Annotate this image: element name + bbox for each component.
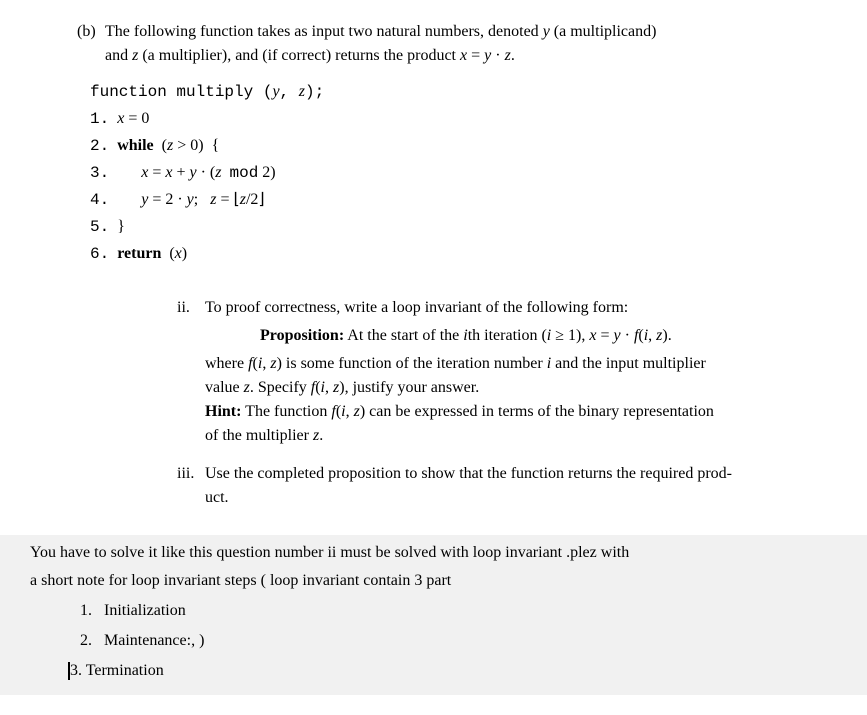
code-header: function multiply (y, z); [90, 80, 837, 104]
sub-item-iii: iii. Use the completed proposition to sh… [205, 462, 837, 510]
part-b-intro: (b) The following function takes as inpu… [105, 20, 837, 68]
proposition-label: Proposition: [260, 327, 344, 344]
steps-list: 1. Initialization 2. Maintenance:, ) 3. … [80, 599, 837, 683]
sub-ii-hint2: of the multiplier z. [205, 424, 837, 448]
intro-line2: and z (a multiplier), and (if correct) r… [105, 47, 515, 64]
sub-item-ii: ii. To proof correctness, write a loop i… [205, 296, 837, 448]
sub-iii-label: iii. [177, 462, 194, 486]
intro-line1: The following function takes as input tw… [105, 23, 656, 40]
code-block: function multiply (y, z); 1. x = 0 2. wh… [90, 80, 837, 266]
code-line-1: 1. x = 0 [90, 107, 837, 131]
code-line-4: 4. y = 2 · y; z = ⌊z/2⌋ [90, 188, 837, 212]
part-b-label: (b) [77, 20, 96, 44]
proposition-line: Proposition: At the start of the ith ite… [260, 324, 837, 348]
code-line-2: 2. while (z > 0) { [90, 134, 837, 158]
sub-ii-where: where f(i, z) is some function of the it… [205, 352, 837, 376]
sub-iii-line1: Use the completed proposition to show th… [205, 465, 732, 482]
user-note-section: You have to solve it like this question … [0, 535, 867, 695]
step-1: 1. Initialization [80, 599, 837, 623]
sub-ii-value: value z. Specify f(i, z), justify your a… [205, 376, 837, 400]
sub-items: ii. To proof correctness, write a loop i… [205, 296, 837, 510]
step-2: 2. Maintenance:, ) [80, 629, 837, 653]
code-line-5: 5. } [90, 215, 837, 239]
part-b-section: (b) The following function takes as inpu… [105, 20, 837, 510]
sub-iii-line2: uct. [205, 489, 229, 506]
step-3: 3. Termination [70, 659, 837, 683]
sub-ii-label: ii. [177, 296, 190, 320]
code-line-3: 3. x = x + y · (z mod 2) [90, 161, 837, 185]
sub-ii-line1: To proof correctness, write a loop invar… [205, 299, 628, 316]
user-note-line1: You have to solve it like this question … [30, 541, 837, 565]
user-note-line2: a short note for loop invariant steps ( … [30, 569, 837, 593]
intro-text: The following function takes as input tw… [105, 20, 837, 68]
proposition-text: At the start of the ith iteration (i ≥ 1… [344, 327, 672, 344]
sub-ii-hint: Hint: The function f(i, z) can be expres… [205, 400, 837, 424]
code-line-6: 6. return (x) [90, 242, 837, 266]
